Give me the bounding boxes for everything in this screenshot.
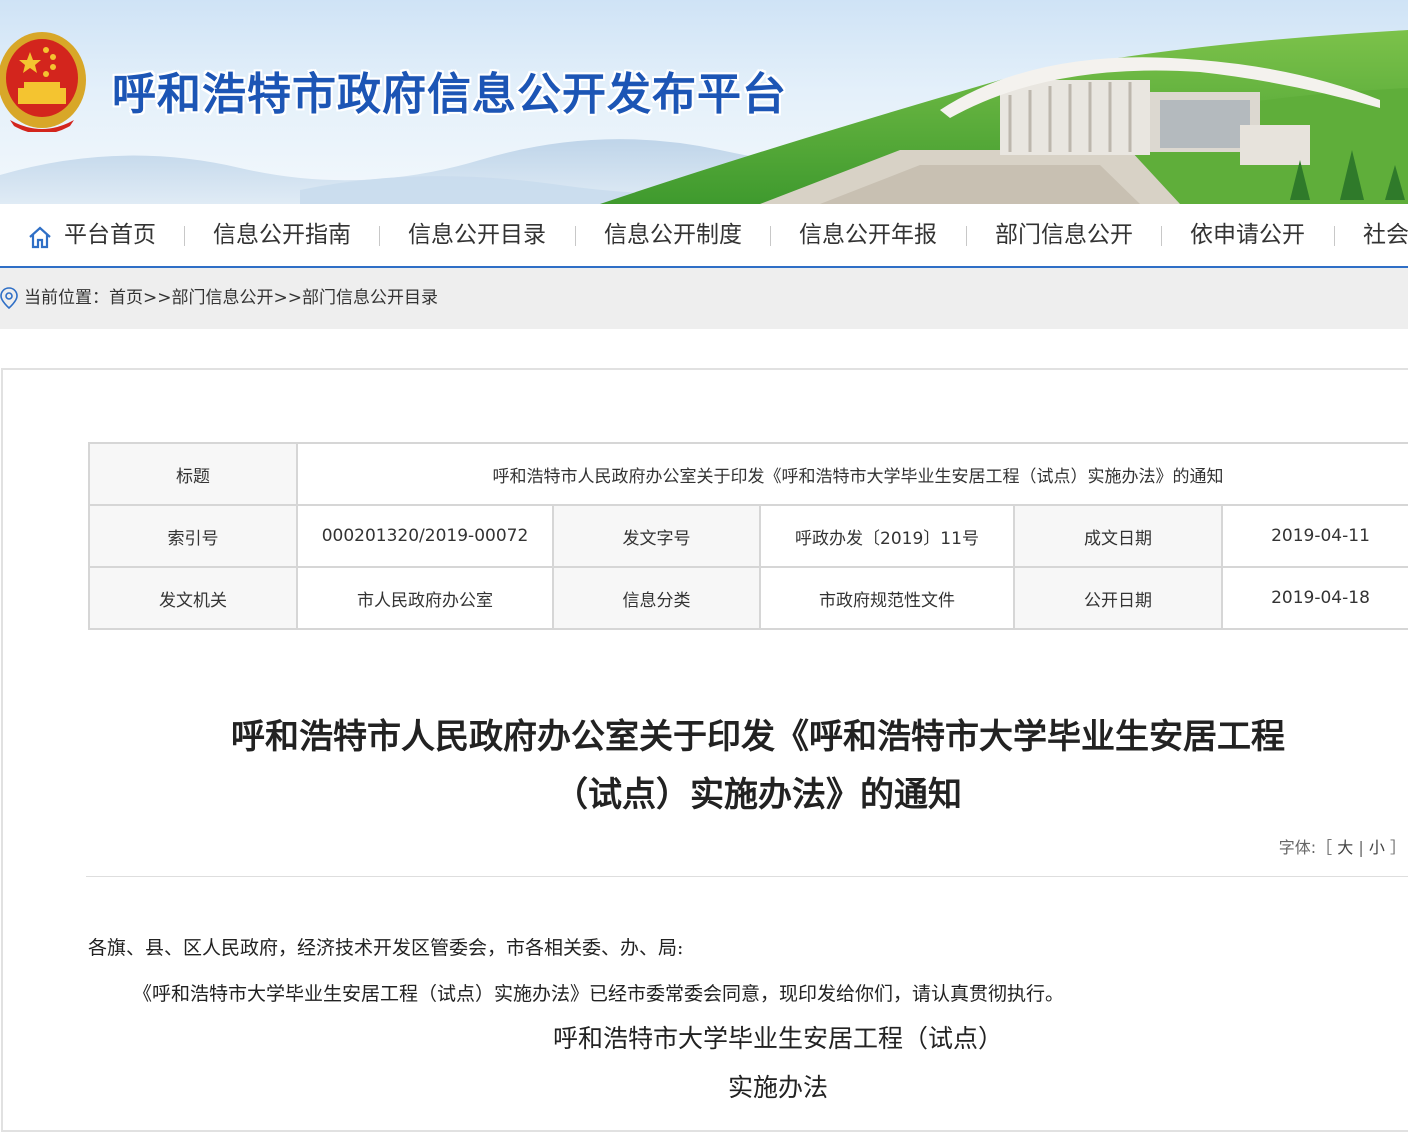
nav-divider xyxy=(1161,226,1162,246)
location-pin-icon xyxy=(0,287,18,309)
font-size-separator: | xyxy=(1358,838,1364,857)
meta-category-label: 信息分类 xyxy=(552,566,761,630)
attachment-title: 呼和浩特市大学毕业生安居工程（试点） xyxy=(552,1024,1003,1053)
font-size-label: 字体:［ xyxy=(1278,838,1333,857)
attachment-subtitle: 实施办法 xyxy=(727,1073,828,1102)
table-row: 发文机关 市人民政府办公室 信息分类 市政府规范性文件 公开日期 2019-04… xyxy=(88,566,1408,630)
meta-index-label: 索引号 xyxy=(88,504,298,568)
document-title-line: （试点）实施办法》的通知 xyxy=(554,775,962,815)
nav-divider xyxy=(966,226,967,246)
main-nav: 平台首页 信息公开指南 信息公开目录 信息公开制度 信息公开年报 部门信息公开 … xyxy=(0,204,1408,268)
meta-issuer-value: 市人民政府办公室 xyxy=(296,566,554,630)
font-large-button[interactable]: 大 xyxy=(1337,838,1353,857)
nav-item-guide[interactable]: 信息公开指南 xyxy=(213,204,351,266)
meta-title-value: 呼和浩特市人民政府办公室关于印发《呼和浩特市大学毕业生安居工程（试点）实施办法》… xyxy=(296,442,1408,506)
nav-divider xyxy=(184,226,185,246)
nav-item-home[interactable]: 平台首页 xyxy=(64,204,156,266)
font-size-close: ］ xyxy=(1389,838,1406,857)
meta-category-value: 市政府规范性文件 xyxy=(759,566,1015,630)
breadcrumb-text: 当前位置：首页>>部门信息公开>>部门信息公开目录 xyxy=(24,288,438,308)
header-banner: 呼和浩特市政府信息公开发布平台 xyxy=(0,0,1408,204)
meta-published-value: 2019-04-18 xyxy=(1221,566,1408,630)
font-small-button[interactable]: 小 xyxy=(1369,838,1385,857)
home-icon xyxy=(29,226,51,249)
nav-divider xyxy=(770,226,771,246)
meta-index-value: 000201320/2019-00072 xyxy=(296,504,554,568)
nav-item-catalog[interactable]: 信息公开目录 xyxy=(408,204,546,266)
meta-published-label: 公开日期 xyxy=(1013,566,1223,630)
meta-created-label: 成文日期 xyxy=(1013,504,1223,568)
salutation: 各旗、县、区人民政府，经济技术开发区管委会，市各相关委、办、局: xyxy=(88,937,684,959)
document-title: 呼和浩特市人民政府办公室关于印发《呼和浩特市大学毕业生安居工程 （试点）实施办法… xyxy=(90,708,1408,824)
table-row: 标题 呼和浩特市人民政府办公室关于印发《呼和浩特市大学毕业生安居工程（试点）实施… xyxy=(88,442,1408,506)
meta-docno-value: 呼政办发〔2019〕11号 xyxy=(759,504,1015,568)
site-title: 呼和浩特市政府信息公开发布平台 xyxy=(112,69,787,120)
meta-issuer-label: 发文机关 xyxy=(88,566,298,630)
nav-item-department[interactable]: 部门信息公开 xyxy=(995,204,1133,266)
national-emblem-logo xyxy=(0,32,86,132)
meta-created-value: 2019-04-11 xyxy=(1221,504,1408,568)
meta-docno-label: 发文字号 xyxy=(552,504,761,568)
nav-divider xyxy=(1334,226,1335,246)
nav-divider xyxy=(575,226,576,246)
nav-divider xyxy=(379,226,380,246)
breadcrumb: 当前位置：首页>>部门信息公开>>部门信息公开目录 xyxy=(0,268,1408,329)
title-divider xyxy=(86,876,1408,877)
nav-item-annual-report[interactable]: 信息公开年报 xyxy=(799,204,937,266)
paragraph: 《呼和浩特市大学毕业生安居工程（试点）实施办法》已经市委常委会同意，现印发给你们… xyxy=(133,983,1065,1005)
nav-item-system[interactable]: 信息公开制度 xyxy=(604,204,742,266)
table-row: 索引号 000201320/2019-00072 发文字号 呼政办发〔2019〕… xyxy=(88,504,1408,568)
font-size-control: 字体:［ 大 | 小 ］ xyxy=(1279,834,1406,858)
document-title-line: 呼和浩特市人民政府办公室关于印发《呼和浩特市大学毕业生安居工程 xyxy=(231,717,1285,757)
document-metadata-table: 标题 呼和浩特市人民政府办公室关于印发《呼和浩特市大学毕业生安居工程（试点）实施… xyxy=(88,442,1408,630)
meta-title-label: 标题 xyxy=(88,442,298,506)
nav-item-society[interactable]: 社会 xyxy=(1363,204,1408,266)
nav-item-application[interactable]: 依申请公开 xyxy=(1190,204,1305,266)
